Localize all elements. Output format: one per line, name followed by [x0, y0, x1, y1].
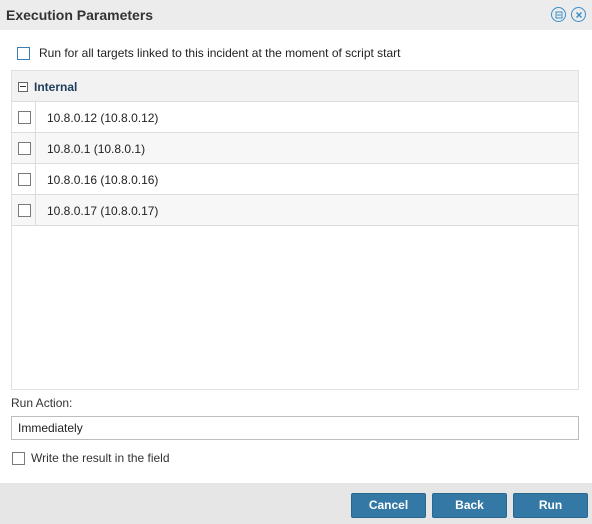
close-icon[interactable]: [571, 7, 586, 22]
tree-group-internal[interactable]: Internal: [12, 71, 578, 102]
tree-item-checkbox-cell: [12, 164, 36, 194]
write-result-label: Write the result in the field: [31, 451, 170, 465]
run-button[interactable]: Run: [513, 493, 588, 518]
tree-item-checkbox[interactable]: [18, 173, 31, 186]
write-result-checkbox[interactable]: [12, 451, 25, 465]
run-action-label: Run Action:: [11, 396, 73, 410]
tree-item[interactable]: 10.8.0.16 (10.8.0.16): [12, 164, 578, 195]
minimize-icon[interactable]: [551, 7, 566, 22]
tree-item[interactable]: 10.8.0.17 (10.8.0.17): [12, 195, 578, 226]
tree-item-checkbox[interactable]: [18, 111, 31, 124]
tree-item-label: 10.8.0.16 (10.8.0.16): [47, 173, 159, 187]
tree-item-label: 10.8.0.1 (10.8.0.1): [47, 142, 146, 156]
tree-item[interactable]: 10.8.0.12 (10.8.0.12): [12, 102, 578, 133]
tree-item-checkbox[interactable]: [18, 142, 31, 155]
tree-item-checkbox-cell: [12, 102, 36, 132]
dialog-title: Execution Parameters: [6, 7, 154, 23]
run-all-targets-checkbox[interactable]: [17, 46, 30, 60]
title-icons: [551, 7, 586, 22]
run-all-targets-label: Run for all targets linked to this incid…: [39, 46, 401, 60]
tree-item-label: 10.8.0.12 (10.8.0.12): [47, 111, 159, 125]
tree-item-checkbox[interactable]: [18, 204, 31, 217]
write-result-option[interactable]: Write the result in the field: [12, 451, 170, 465]
run-all-targets-option[interactable]: Run for all targets linked to this incid…: [17, 45, 401, 61]
tree-item-checkbox-cell: [12, 133, 36, 163]
tree-group-label: Internal: [34, 80, 78, 94]
dialog-footer: Cancel Back Run: [0, 483, 592, 524]
targets-tree: Internal 10.8.0.12 (10.8.0.12) 10.8.0.1 …: [11, 70, 579, 390]
run-action-select[interactable]: Immediately: [11, 416, 579, 440]
tree-item[interactable]: 10.8.0.1 (10.8.0.1): [12, 133, 578, 164]
back-button[interactable]: Back: [432, 493, 507, 518]
dialog-titlebar: Execution Parameters: [0, 0, 592, 30]
cancel-button[interactable]: Cancel: [351, 493, 426, 518]
collapse-icon[interactable]: [18, 82, 28, 92]
tree-item-label: 10.8.0.17 (10.8.0.17): [47, 204, 159, 218]
tree-item-checkbox-cell: [12, 195, 36, 225]
